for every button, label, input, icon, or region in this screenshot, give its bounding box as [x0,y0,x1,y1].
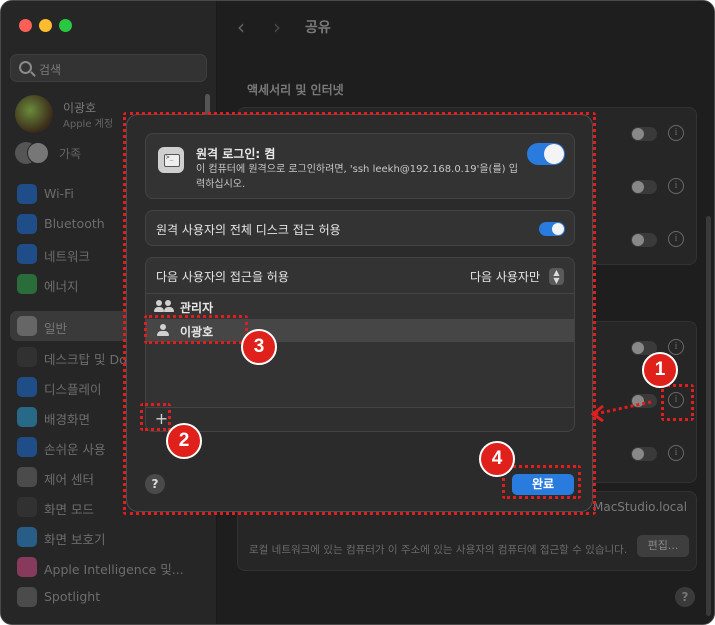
service-toggle[interactable] [631,447,657,461]
info-icon[interactable]: i [668,231,684,247]
info-icon[interactable]: i [668,178,684,194]
system-settings-window: 검색 이광호 Apple 계정 가족 Wi-Fi Bluetooth 네트워크 … [0,0,715,625]
arrow-annotation [590,400,652,423]
user-highlight [144,315,248,344]
sidebar-item-label: 일반 [44,321,68,336]
screensaver-icon [17,527,37,547]
section-title: 액세서리 및 인터넷 [247,83,344,97]
service-toggle[interactable] [631,233,657,247]
info-icon[interactable]: i [668,125,684,141]
account-subtitle: Apple 계정 [63,119,114,130]
sidebar-item-label: 배경화면 [44,412,91,427]
info-button-highlight [661,384,694,421]
spotlight-icon [17,587,37,607]
sidebar-item-label: 에너지 [44,279,79,294]
close-window-button[interactable] [19,19,32,32]
sidebar-item-label: 네트워크 [44,249,91,264]
step-marker: 1 [642,352,678,388]
zoom-window-button[interactable] [59,19,72,32]
info-icon[interactable]: i [668,445,684,461]
accessibility-icon [17,437,37,457]
sidebar-item-screen-saver[interactable]: 화면 보호기 [17,526,212,548]
avatar [15,95,53,133]
hostname-description: 로컬 네트워크에 있는 컴퓨터가 이 주소에 있는 사용자의 컴퓨터에 접근할 … [249,544,628,556]
sidebar-item-label: 손쉬운 사용 [44,442,106,457]
sidebar-item-label: Bluetooth [44,216,105,231]
sun-icon [17,377,37,397]
service-toggle[interactable] [631,180,657,194]
gear-icon [17,316,37,336]
info-icon[interactable]: i [668,339,684,355]
sidebar-item-label: 제어 센터 [44,472,94,487]
help-button[interactable]: ? [675,587,695,607]
sidebar-item-label: 디스플레이 [44,382,102,397]
account-name: 이광호 [63,101,97,115]
local-hostname: MacStudio.local [593,500,688,514]
bluetooth-icon [17,214,37,234]
control-center-icon [17,467,37,487]
step-marker: 4 [479,441,515,477]
sidebar-item-label: 화면 모드 [44,502,94,517]
wifi-icon [17,184,37,204]
forward-button[interactable]: › [273,15,281,39]
main-scrollbar[interactable] [706,216,711,616]
page-title: 공유 [305,20,331,36]
sidebar-item-spotlight[interactable]: Spotlight [17,586,212,608]
done-button-highlight [502,465,581,499]
dock-icon [17,347,37,367]
edit-hostname-button[interactable]: 편집... [637,535,689,557]
step-marker: 2 [166,423,202,459]
search-field[interactable]: 검색 [10,54,207,82]
step-marker: 3 [241,329,277,365]
appearance-icon [17,497,37,517]
sidebar-item-label: Wi-Fi [44,186,74,201]
apple-intelligence-icon [17,557,37,577]
search-placeholder: 검색 [39,63,62,77]
wallpaper-icon [17,407,37,427]
battery-icon [17,274,37,294]
sidebar-item-apple-intelligence[interactable]: Apple Intelligence 및... [17,556,212,578]
back-button[interactable]: ‹ [237,15,245,39]
sidebar-item-label: Spotlight [44,589,101,604]
sidebar-item-label: 화면 보호기 [44,532,106,547]
sidebar-item-label: Apple Intelligence 및... [44,562,184,577]
globe-icon [17,244,37,264]
family-avatar [27,142,49,164]
add-button-highlight [140,403,171,431]
service-toggle[interactable] [631,127,657,141]
family-label: 가족 [59,147,82,161]
minimize-window-button[interactable] [39,19,52,32]
search-icon [19,61,32,74]
